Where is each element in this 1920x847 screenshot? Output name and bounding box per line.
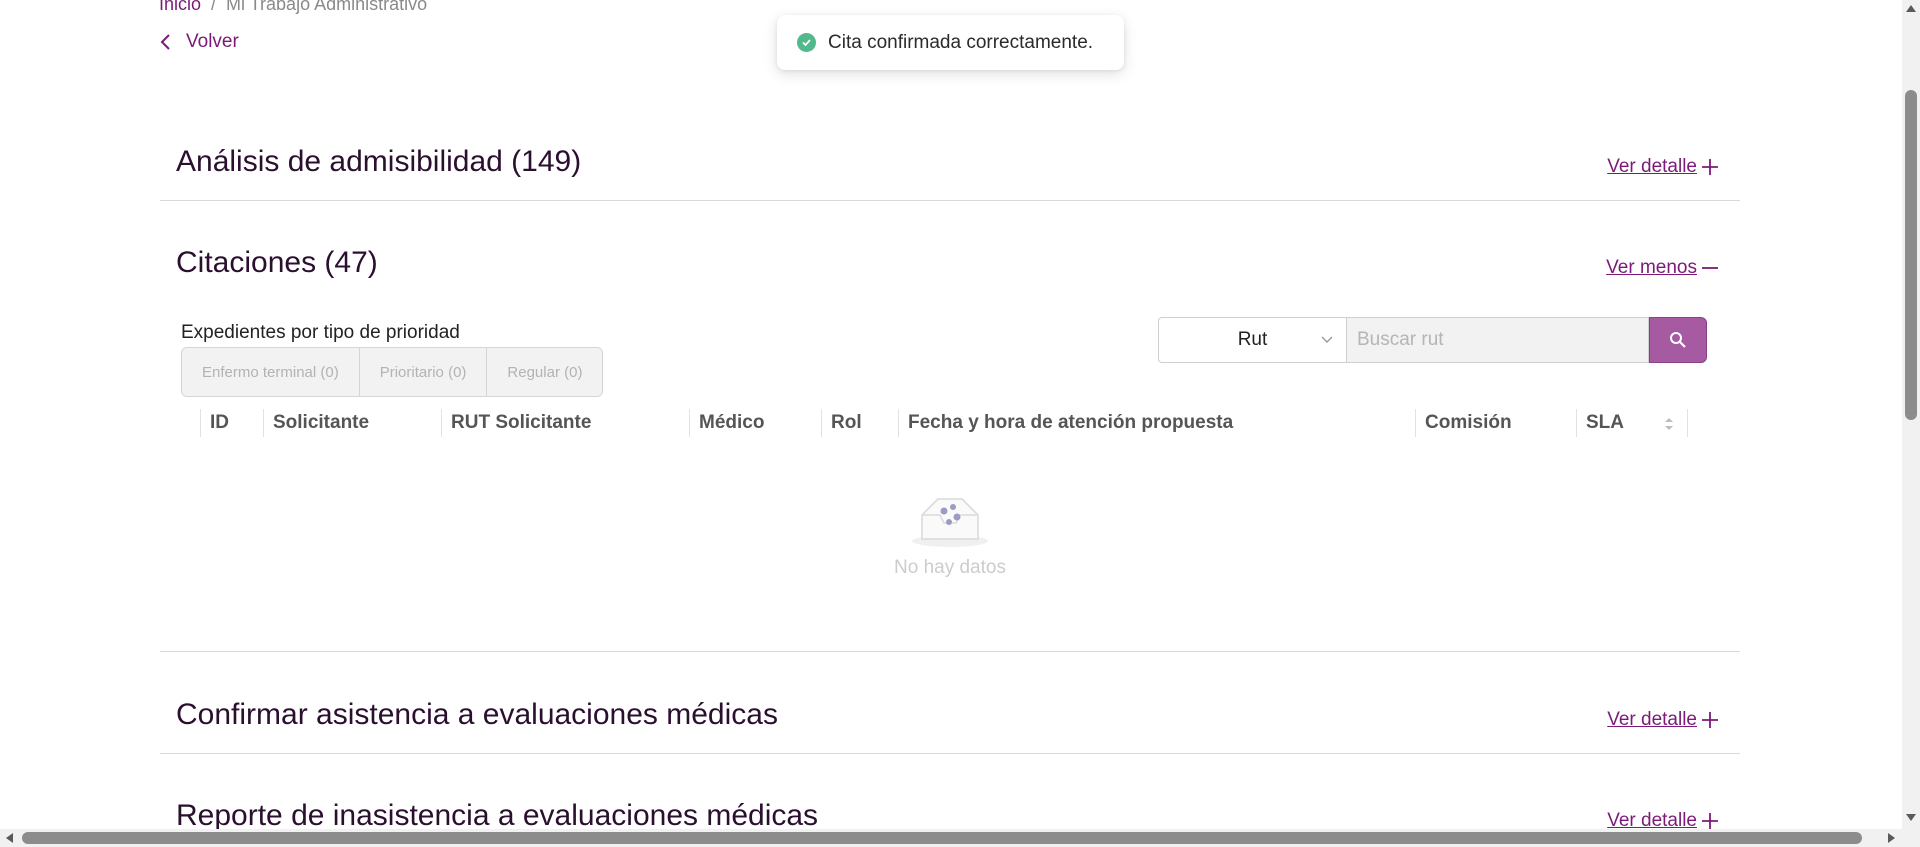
column-separator [1687,409,1688,437]
table-header: ID Solicitante RUT Solicitante Médico Ro… [200,405,1688,441]
section-title: Citaciones (47) [176,246,378,279]
section-citaciones: Citaciones (47) Ver menos [160,244,1740,294]
plus-icon [1702,159,1718,175]
section-title: Confirmar asistencia a evaluaciones médi… [176,698,778,731]
column-header-id[interactable]: ID [200,405,229,441]
action-label: Ver menos [1606,257,1697,278]
section-admisibilidad: Análisis de admisibilidad (149) Ver deta… [160,143,1740,193]
select-value: Rut [1237,329,1268,350]
search-bar: Rut Buscar rut [1158,317,1707,363]
column-header-rol[interactable]: Rol [821,405,862,441]
priority-filter-terminal[interactable]: Enfermo terminal (0) [182,348,360,396]
minus-icon [1702,267,1718,269]
search-button[interactable] [1649,317,1707,363]
sort-icon[interactable] [1664,416,1674,432]
breadcrumb-home-link[interactable]: Inicio [159,0,201,15]
column-header-sla[interactable]: SLA [1576,405,1624,441]
back-label: Volver [186,31,239,52]
success-toast: Cita confirmada correctamente. [777,15,1124,70]
empty-text: No hay datos [894,557,1006,578]
vertical-scrollbar[interactable] [1902,0,1920,847]
breadcrumb: Inicio / Mi Trabajo Administrativo [159,0,427,15]
section-divider [160,651,1740,652]
search-type-select[interactable]: Rut [1158,317,1347,363]
chevron-down-icon [1321,336,1333,343]
column-header-fecha[interactable]: Fecha y hora de atención propuesta [898,405,1233,441]
breadcrumb-current: Mi Trabajo Administrativo [226,0,428,14]
column-header-solicitante[interactable]: Solicitante [263,405,369,441]
scroll-down-arrow-icon[interactable] [1906,814,1916,822]
priority-filter-group: Enfermo terminal (0) Prioritario (0) Reg… [181,347,604,397]
horizontal-scroll-thumb[interactable] [22,832,1862,844]
search-input[interactable]: Buscar rut [1347,317,1649,363]
section-divider [160,200,1740,201]
priority-filter-prioritario[interactable]: Prioritario (0) [360,348,488,396]
horizontal-scrollbar[interactable] [0,829,1902,847]
check-circle-icon [797,33,816,52]
column-header-comision[interactable]: Comisión [1415,405,1512,441]
search-icon [1670,332,1686,348]
column-header-medico[interactable]: Médico [689,405,764,441]
column-header-rut[interactable]: RUT Solicitante [441,405,591,441]
ver-detalle-link[interactable]: Ver detalle [1607,709,1719,731]
toast-message: Cita confirmada correctamente. [828,31,1094,53]
action-label: Ver detalle [1607,156,1697,177]
ver-detalle-link[interactable]: Ver detalle [1607,156,1719,178]
section-title: Análisis de admisibilidad (149) [176,145,582,178]
empty-inbox-icon [912,498,988,547]
priority-filter-regular[interactable]: Regular (0) [487,348,602,396]
empty-state: No hay datos [893,493,1007,579]
scroll-right-arrow-icon[interactable] [1888,833,1896,843]
action-label: Ver detalle [1607,709,1697,730]
vertical-scroll-thumb[interactable] [1905,90,1917,420]
section-confirmar-asistencia: Confirmar asistencia a evaluaciones médi… [160,696,1740,746]
scroll-up-arrow-icon[interactable] [1906,4,1916,12]
back-link[interactable]: Volver [160,31,239,53]
chevron-left-icon [160,34,170,50]
priority-label: Expedientes por tipo de prioridad [181,322,460,343]
scroll-left-arrow-icon[interactable] [5,833,13,843]
section-divider [160,753,1740,754]
section-title: Reporte de inasistencia a evaluaciones m… [176,799,819,832]
ver-menos-link[interactable]: Ver menos [1606,257,1719,279]
breadcrumb-separator: / [211,0,217,14]
plus-icon [1702,712,1718,728]
plus-icon [1702,813,1718,829]
